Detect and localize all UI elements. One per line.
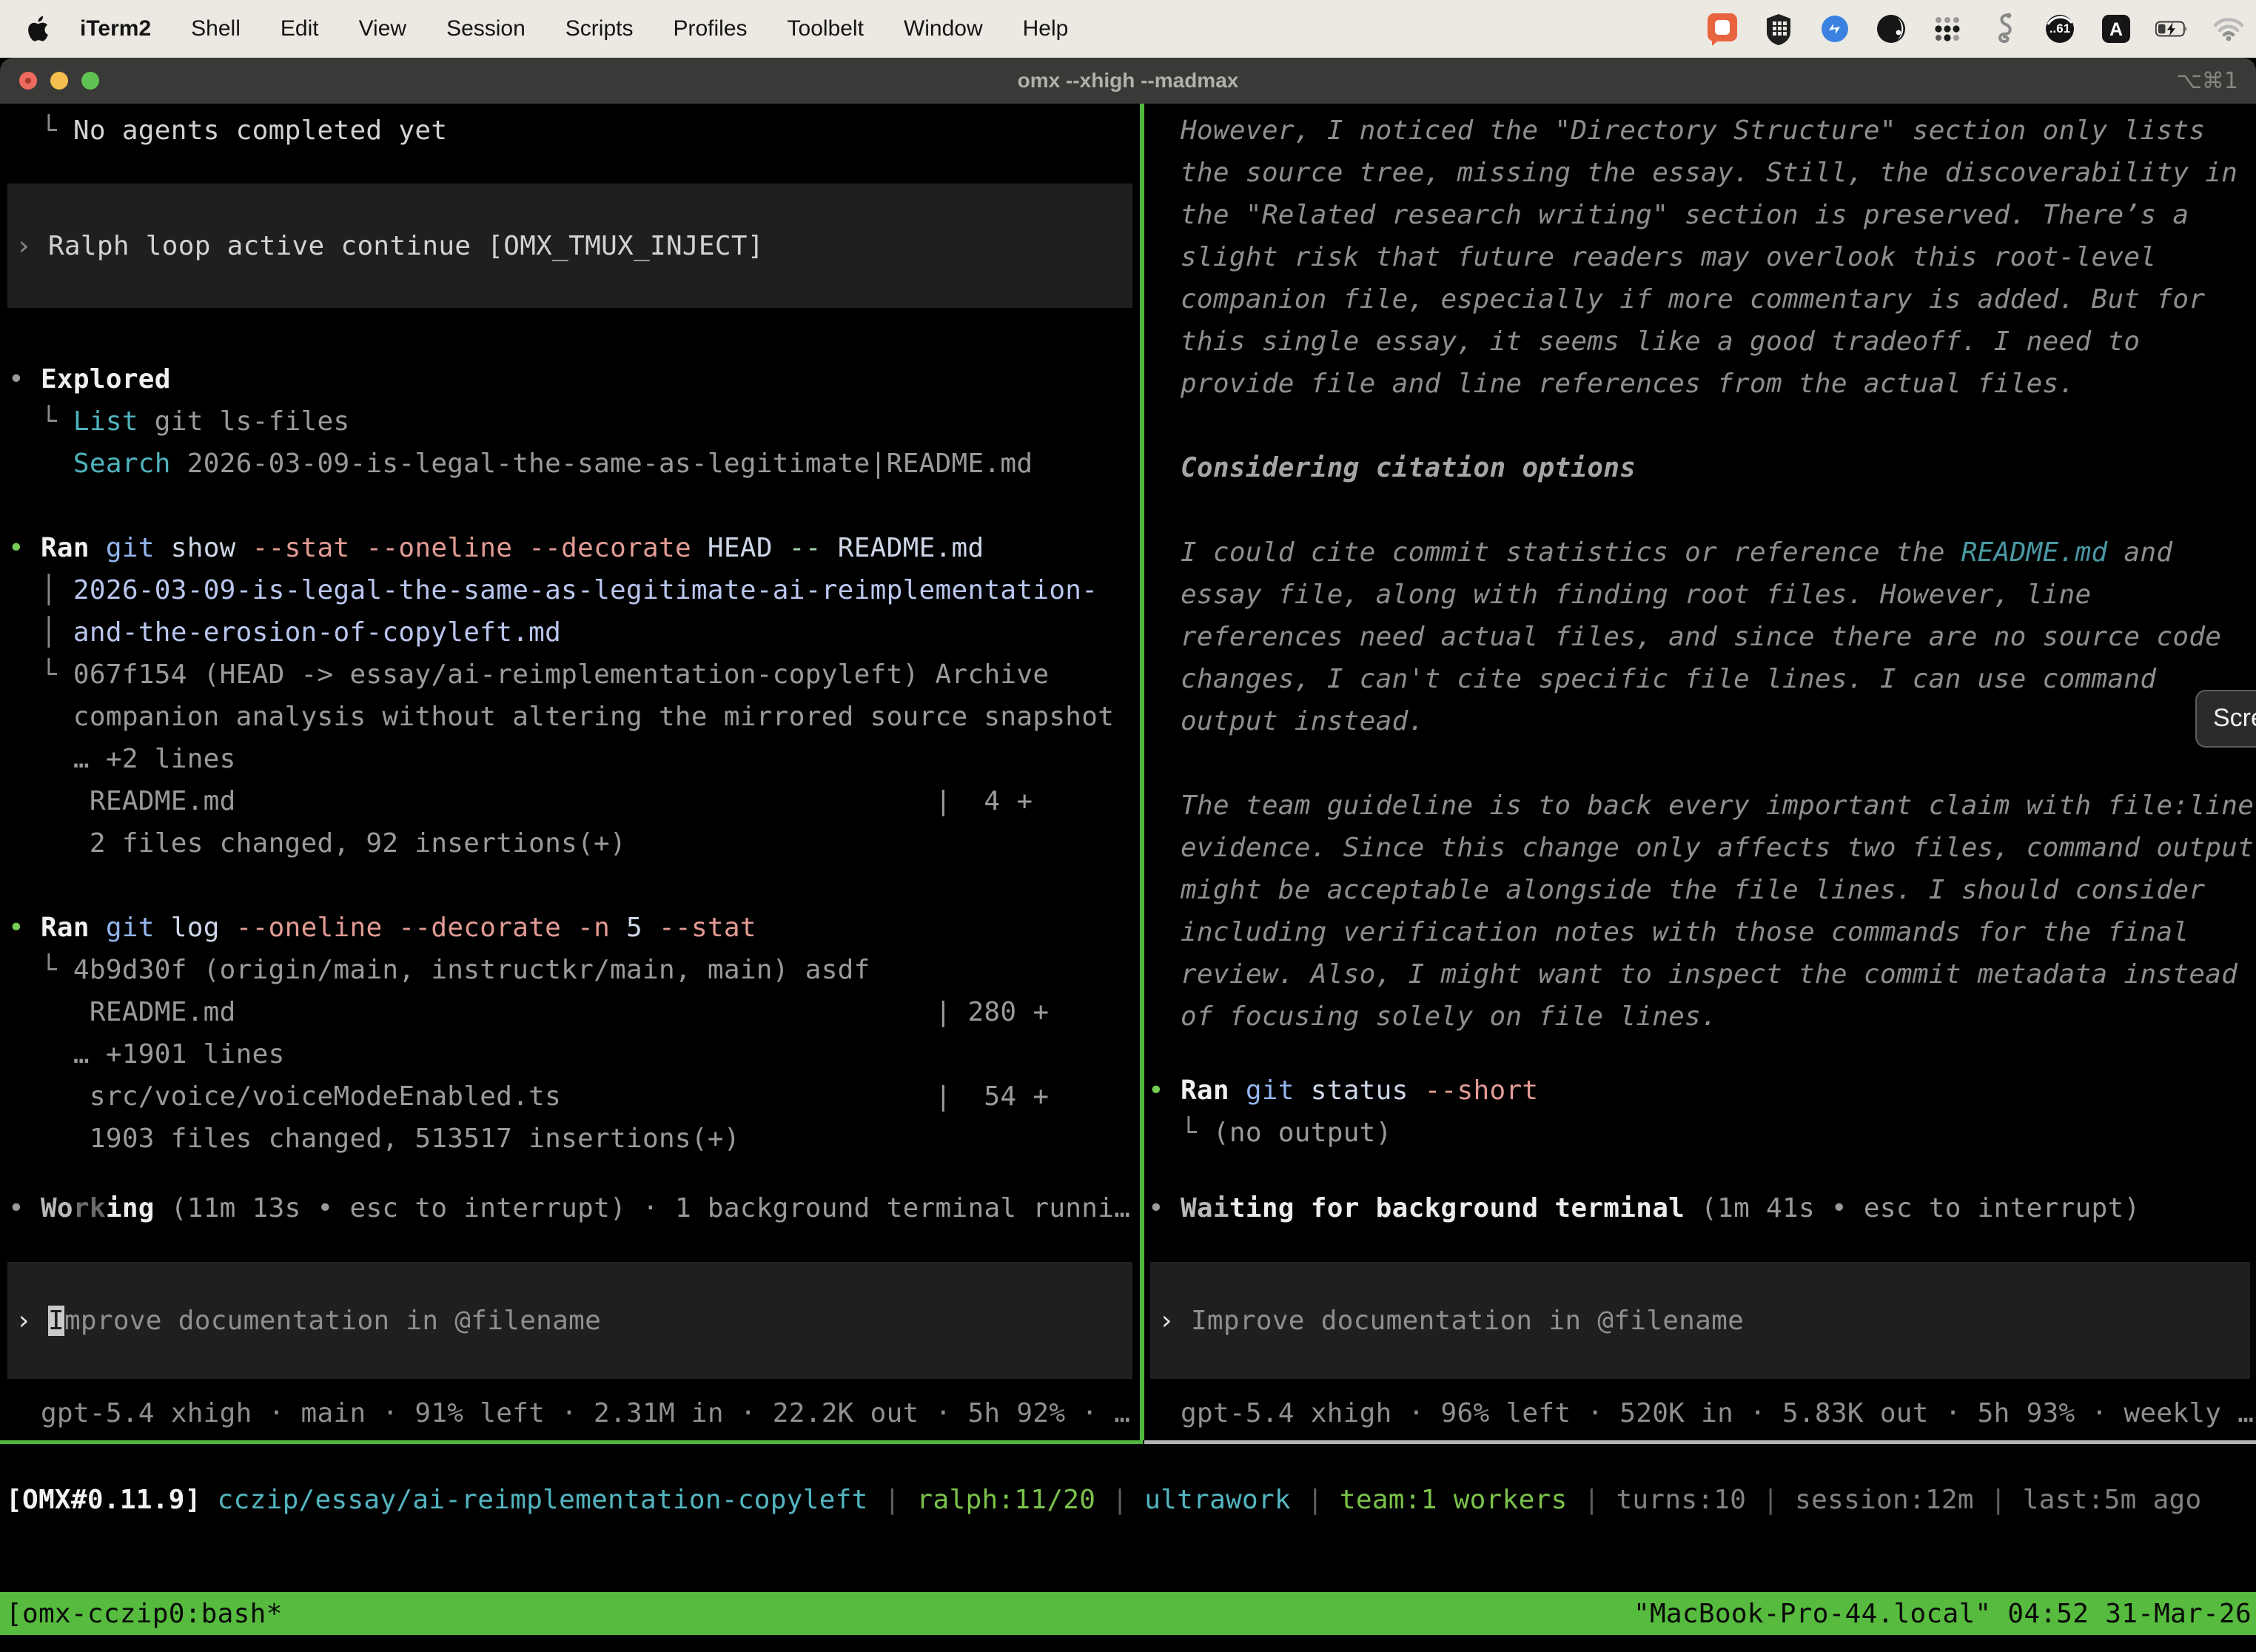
git-log-block: • Ran git log --oneline --decorate -n 5 … — [8, 907, 1140, 1160]
commit-filename-line: │ 2026-03-09-is-legal-the-same-as-legiti… — [8, 569, 1140, 611]
commit-message-line: companion analysis without altering the … — [8, 696, 1140, 738]
diffstat-line: README.md | 280 + — [8, 991, 1140, 1033]
prompt-input-left-top[interactable]: › Ralph loop active continue [OMX_TMUX_I… — [7, 184, 1132, 308]
menu-item-iterm2[interactable]: iTerm2 — [80, 16, 151, 41]
commit-message-line: └ 067f154 (HEAD -> essay/ai-reimplementa… — [8, 654, 1140, 696]
thinking-block: However, I noticed the "Directory Struct… — [1148, 110, 2256, 1038]
ran-git-status-line: • Ran git status --short — [1148, 1070, 2256, 1112]
input-source-icon[interactable]: A — [2099, 12, 2133, 46]
prompt-text-with-cursor: › Improve documentation in @filename — [7, 1300, 601, 1342]
no-output-line: └ (no output) — [1148, 1112, 2256, 1154]
search-command-line: Search 2026-03-09-is-legal-the-same-as-l… — [8, 443, 1140, 485]
tmux-status-bar: [omx-cczip0:bash* "MacBook-Pro-44.local"… — [0, 1592, 2256, 1635]
traffic-lights — [19, 72, 99, 90]
diffstat-line: src/voice/voiceModeEnabled.ts | 54 + — [8, 1075, 1140, 1118]
screen-tooltip: Scre — [2195, 690, 2256, 748]
grid-shield-icon[interactable] — [1762, 12, 1796, 46]
verified-badge-icon[interactable] — [1818, 12, 1852, 46]
menu-item-profiles[interactable]: Profiles — [673, 16, 747, 41]
diffstat-line: README.md | 4 + — [8, 780, 1140, 822]
model-status-line: gpt-5.4 xhigh · main · 91% left · 2.31M … — [8, 1392, 1140, 1434]
window-title-bar: omx --xhigh --madmax ⌥⌘1 — [0, 58, 2256, 104]
agents-status-line: └ No agents completed yet — [8, 110, 1140, 152]
omx-status-line: [OMX#0.11.9] cczip/essay/ai-reimplementa… — [6, 1479, 2256, 1521]
list-command-line: └ List git ls-files — [8, 400, 1140, 443]
menu-item-window[interactable]: Window — [904, 16, 983, 41]
menu-item-edit[interactable]: Edit — [281, 16, 319, 41]
commit-filename-line: │ and-the-erosion-of-copyleft.md — [8, 611, 1140, 654]
truncation-line: … +2 lines — [8, 738, 1140, 780]
thinking-line-with-link: I could cite commit statistics or refere… — [1148, 531, 2256, 574]
ran-git-show-line: • Ran git show --stat --oneline --decora… — [8, 527, 1140, 569]
left-pane-bottom-border — [0, 1440, 1143, 1444]
right-terminal-pane[interactable]: However, I noticed the "Directory Struct… — [1144, 104, 2256, 1440]
chat-bubble-icon[interactable] — [1705, 12, 1739, 46]
thinking-paragraph: essay file, along with finding root file… — [1148, 574, 2256, 742]
dots-grid-icon[interactable] — [1930, 12, 1964, 46]
menu-item-view[interactable]: View — [359, 16, 406, 41]
tmux-session-label: [omx-cczip0:bash* — [0, 1599, 283, 1629]
window-shortcut: ⌥⌘1 — [2176, 68, 2238, 94]
menu-item-scripts[interactable]: Scripts — [565, 16, 634, 41]
menu-item-toolbelt[interactable]: Toolbelt — [788, 16, 864, 41]
explored-header: • Explored — [8, 358, 1140, 400]
minimize-button[interactable] — [50, 72, 68, 90]
percent-badge-icon[interactable]: ..61 — [2043, 12, 2077, 46]
battery-icon[interactable] — [2155, 12, 2189, 46]
window-title: omx --xhigh --madmax — [1018, 69, 1239, 93]
thinking-paragraph: However, I noticed the "Directory Struct… — [1148, 110, 2256, 405]
screen: iTerm2 Shell Edit View Session Scripts Profile… — [0, 0, 2256, 1652]
hook-icon[interactable] — [1987, 12, 2021, 46]
prompt-text: › Improve documentation in @filename — [1150, 1300, 1744, 1342]
zoom-button[interactable] — [81, 72, 99, 90]
tmux-host-clock: "MacBook-Pro-44.local" 04:52 31-Mar-26 — [1634, 1599, 2256, 1629]
close-button[interactable] — [19, 72, 37, 90]
apple-menu-icon[interactable] — [28, 16, 50, 42]
model-status-line: gpt-5.4 xhigh · 96% left · 520K in · 5.8… — [1148, 1392, 2256, 1434]
macos-menu-bar: iTerm2 Shell Edit View Session Scripts Profile… — [0, 0, 2256, 58]
right-pane-bottom-border — [1144, 1440, 2256, 1444]
menu-items: iTerm2 Shell Edit View Session Scripts Profile… — [80, 16, 1068, 41]
svg-text:A: A — [2109, 19, 2123, 40]
menu-item-shell[interactable]: Shell — [191, 16, 241, 41]
menu-item-session[interactable]: Session — [446, 16, 526, 41]
prompt-input-right[interactable]: › Improve documentation in @filename — [1150, 1262, 2250, 1379]
left-terminal-pane[interactable]: └ No agents completed yet › Ralph loop a… — [0, 104, 1140, 1440]
thinking-heading: Considering citation options — [1148, 447, 2256, 489]
diffstat-summary-line: 2 files changed, 92 insertions(+) — [8, 822, 1140, 864]
diffstat-summary-line: 1903 files changed, 513517 insertions(+) — [8, 1118, 1140, 1160]
prompt-input-left-bottom[interactable]: › Improve documentation in @filename — [7, 1262, 1132, 1379]
crescent-icon[interactable] — [1874, 12, 1908, 46]
explored-block: • Explored └ List git ls-files Search 20… — [8, 358, 1140, 864]
ran-git-log-line: • Ran git log --oneline --decorate -n 5 … — [8, 907, 1140, 949]
menu-item-help[interactable]: Help — [1023, 16, 1069, 41]
percent-badge-text: ..61 — [2049, 21, 2070, 36]
thinking-paragraph: The team guideline is to back every impo… — [1148, 785, 2256, 1038]
working-status-line: • Working (11m 13s • esc to interrupt) ·… — [8, 1187, 1140, 1229]
truncation-line: … +1901 lines — [8, 1033, 1140, 1075]
git-status-block: • Ran git status --short └ (no output) — [1148, 1070, 2256, 1154]
wifi-icon[interactable] — [2212, 12, 2246, 46]
prompt-text: › Ralph loop active continue [OMX_TMUX_I… — [7, 225, 764, 267]
commit-message-line: └ 4b9d30f (origin/main, instructkr/main,… — [8, 949, 1140, 991]
terminal: └ No agents completed yet › Ralph loop a… — [0, 104, 2256, 1652]
menu-status-icons: ..61 A — [1705, 12, 2246, 46]
waiting-status-line: • Waiting for background terminal (1m 41… — [1148, 1187, 2256, 1229]
